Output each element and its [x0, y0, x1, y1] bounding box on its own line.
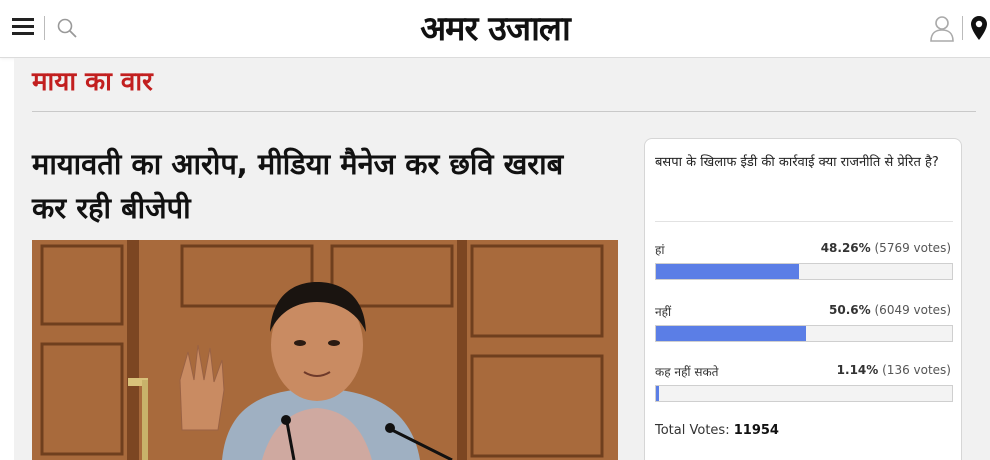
poll-option-bar[interactable] — [655, 385, 953, 402]
poll-question: बसपा के खिलाफ ईडी की कार्रवाई क्या राजनी… — [655, 155, 939, 170]
poll-widget: बसपा के खिलाफ ईडी की कार्रवाई क्या राजनी… — [644, 138, 962, 460]
poll-total-label: Total Votes: — [655, 423, 730, 438]
poll-option-votes: (5769 votes) — [874, 241, 952, 255]
poll-total-value: 11954 — [733, 423, 779, 438]
poll-option-label[interactable]: हां — [655, 241, 664, 258]
header-divider — [962, 16, 963, 40]
poll-option-votes: (6049 votes) — [874, 303, 952, 317]
poll-option-percent: 48.26% — [820, 241, 871, 255]
poll-option-bar-fill — [656, 386, 660, 401]
poll-option-label[interactable]: कह नहीं सकते — [655, 363, 719, 380]
poll-divider — [655, 221, 953, 222]
poll-option-votes: (136 votes) — [882, 363, 951, 377]
poll-total-votes: Total Votes: 11954 — [655, 423, 779, 438]
poll-option-bar[interactable] — [655, 263, 953, 280]
user-icon[interactable] — [928, 14, 956, 42]
poll-option-result: 48.26% (5769 votes) — [821, 241, 951, 255]
article-headline[interactable]: मायावती का आरोप, मीडिया मैनेज कर छवि खरा… — [32, 142, 592, 230]
top-navigation-bar: अमर उजाला — [0, 0, 990, 58]
location-pin-icon[interactable] — [970, 14, 990, 44]
poll-option-percent: 50.6% — [829, 303, 871, 317]
poll-option-bar[interactable] — [655, 325, 953, 342]
main-content: माया का वार मायावती का आरोप, मीडिया मैने… — [14, 58, 990, 460]
poll-option-result: 1.14% (136 votes) — [837, 363, 951, 377]
poll-option-bar-fill — [656, 264, 799, 279]
poll-option-percent: 1.14% — [836, 363, 879, 377]
section-divider — [32, 111, 976, 112]
site-logo[interactable]: अमर उजाला — [0, 4, 990, 50]
poll-option-result: 50.6% (6049 votes) — [829, 303, 951, 317]
section-title[interactable]: माया का वार — [32, 62, 153, 98]
poll-option-label[interactable]: नहीं — [655, 303, 671, 320]
poll-option-bar-fill — [656, 326, 806, 341]
article-photo[interactable] — [32, 240, 618, 460]
